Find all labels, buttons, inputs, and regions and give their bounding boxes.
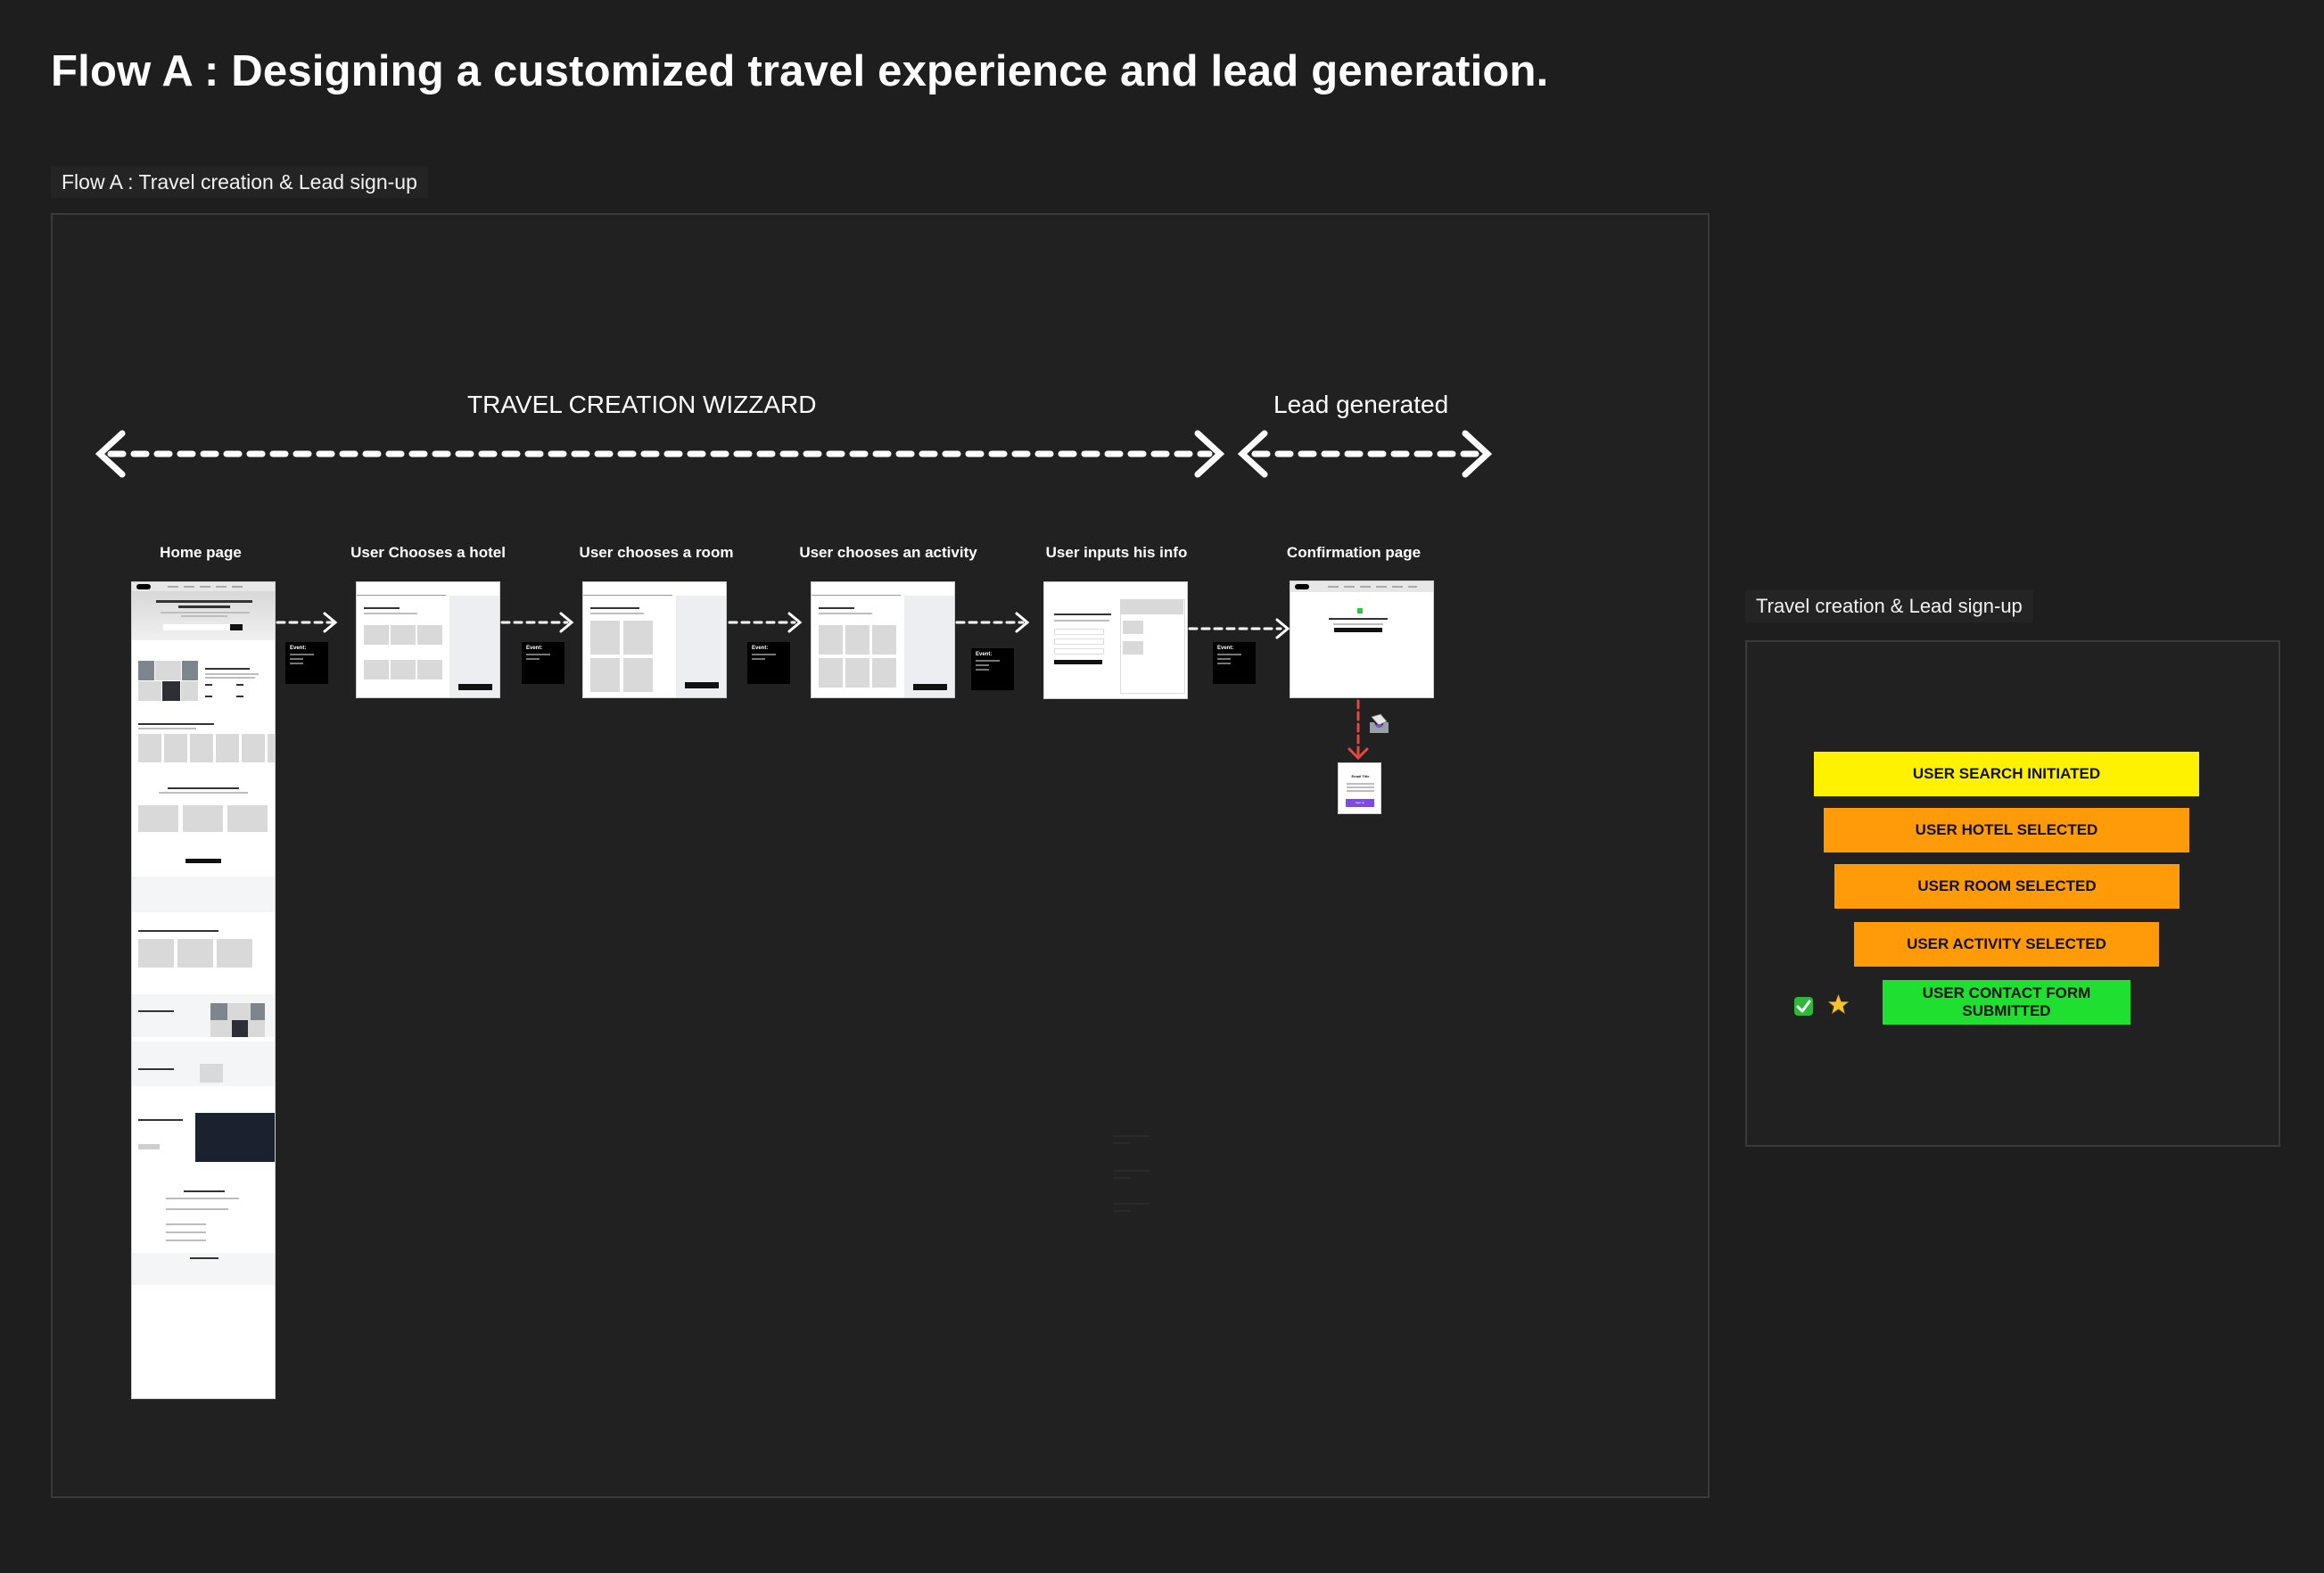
step-label-room: User chooses a room bbox=[579, 544, 734, 561]
confirmation-page-thumbnail[interactable] bbox=[1290, 581, 1434, 698]
hotel-page-thumbnail[interactable] bbox=[356, 581, 500, 698]
faint-note-1 bbox=[1113, 1135, 1150, 1137]
faint-note-4 bbox=[1113, 1177, 1131, 1179]
step-label-home: Home page bbox=[160, 544, 242, 561]
room-page-thumbnail[interactable] bbox=[582, 581, 727, 698]
step-label-info: User inputs his info bbox=[1045, 544, 1188, 561]
faint-note-3 bbox=[1113, 1170, 1150, 1172]
home-hero bbox=[132, 591, 275, 640]
step-label-confirmation: Confirmation page bbox=[1286, 544, 1422, 561]
funnel-step-search: USER SEARCH INITIATED bbox=[1814, 752, 2199, 796]
envelope-inbox-icon bbox=[1370, 713, 1389, 733]
event-box-2: Event: bbox=[522, 642, 565, 684]
faint-note-6 bbox=[1113, 1210, 1131, 1212]
funnel-step-hotel: USER HOTEL SELECTED bbox=[1824, 808, 2189, 852]
event-box-4: Event: bbox=[971, 648, 1014, 690]
funnel-step-contact-form: USER CONTACT FORM SUBMITTED bbox=[1883, 980, 2130, 1025]
funnel-step-activity: USER ACTIVITY SELECTED bbox=[1854, 922, 2159, 967]
event-box-3: Event: bbox=[747, 642, 790, 684]
email-title: Email Title bbox=[1351, 774, 1370, 778]
side-frame-label[interactable]: Travel creation & Lead sign-up bbox=[1745, 590, 2033, 622]
event-box-1: Event: bbox=[285, 642, 328, 684]
email-thumbnail[interactable]: Email Title Sign up bbox=[1338, 762, 1381, 814]
funnel-step-room: USER ROOM SELECTED bbox=[1834, 864, 2180, 909]
activity-page-thumbnail[interactable] bbox=[811, 581, 955, 698]
faint-note-5 bbox=[1113, 1203, 1150, 1205]
home-page-thumbnail[interactable] bbox=[131, 581, 276, 1399]
check-mark-icon bbox=[1794, 997, 1813, 1016]
info-page-thumbnail[interactable] bbox=[1043, 581, 1188, 699]
email-cta-button[interactable]: Sign up bbox=[1346, 799, 1374, 807]
home-nav bbox=[132, 582, 275, 591]
star-icon bbox=[1828, 994, 1849, 1015]
step-label-hotel: User Chooses a hotel bbox=[350, 544, 506, 561]
event-box-5: Event: bbox=[1213, 642, 1256, 684]
step-label-activity: User chooses an activity bbox=[799, 544, 977, 561]
faint-note-2 bbox=[1113, 1142, 1131, 1144]
